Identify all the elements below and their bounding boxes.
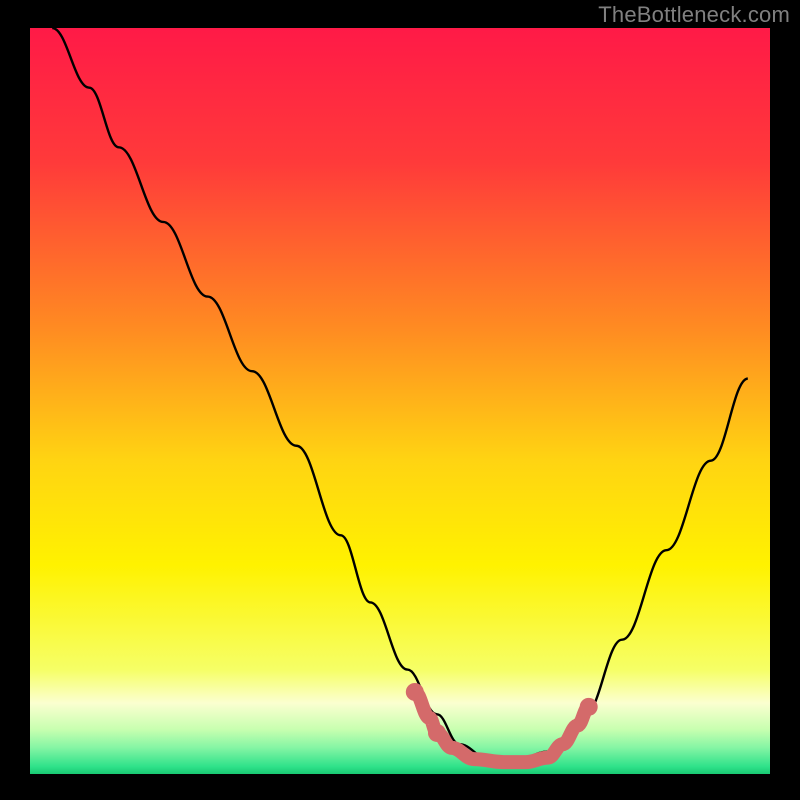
watermark-text: TheBottleneck.com (598, 2, 790, 28)
bottleneck-chart (0, 0, 800, 800)
highlight-dot (580, 698, 598, 716)
chart-stage: TheBottleneck.com (0, 0, 800, 800)
highlight-dot (428, 724, 446, 742)
highlight-dot (406, 683, 424, 701)
